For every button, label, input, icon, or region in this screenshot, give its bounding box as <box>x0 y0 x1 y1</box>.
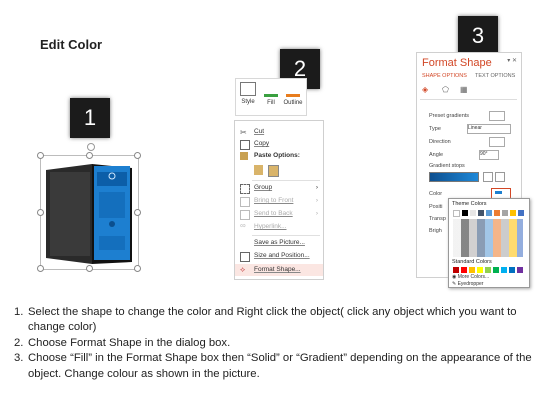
swatch[interactable] <box>486 210 492 216</box>
standard-color-row[interactable] <box>453 267 525 273</box>
swatch[interactable] <box>502 210 508 216</box>
shape-ribbon: Style Fill Outline <box>235 78 307 116</box>
swatch[interactable] <box>494 210 500 216</box>
paste-icon <box>240 152 248 160</box>
preset-gradients-label: Preset gradients <box>429 113 470 119</box>
swatch[interactable] <box>518 210 524 216</box>
copy-icon <box>240 140 250 150</box>
submenu-arrow-icon: › <box>315 197 318 204</box>
swatch[interactable] <box>478 210 484 216</box>
menu-item-copy[interactable]: Copy <box>235 138 323 150</box>
swatch[interactable] <box>493 267 499 273</box>
theme-colors-label: Theme Colors <box>452 201 487 207</box>
theme-color-shades[interactable] <box>453 219 523 257</box>
swatch[interactable] <box>477 267 483 273</box>
scissors-icon: ✂ <box>240 128 247 137</box>
eyedropper-item[interactable]: ✎ Eyedropper <box>452 281 483 287</box>
remove-stop-icon[interactable] <box>495 172 505 182</box>
fill-button[interactable]: Fill <box>261 82 281 106</box>
brightness-label: Brigh <box>429 228 442 234</box>
instruction-step: 2. Choose Format Shape in the dialog box… <box>14 336 231 349</box>
menu-item-send-to-back[interactable]: Send to Back › <box>235 208 323 220</box>
paste-option-icon[interactable] <box>254 165 263 175</box>
pane-close-icon[interactable]: ▾ ✕ <box>507 57 517 64</box>
gradient-stops-bar[interactable] <box>429 172 479 182</box>
menu-item-format-shape[interactable]: ⟡ Format Shape... <box>235 264 323 276</box>
color-wheel-icon: ◉ <box>452 274 457 280</box>
color-label: Color <box>429 191 443 197</box>
preset-gradients-dropdown[interactable] <box>489 111 505 121</box>
size-icon <box>240 252 250 262</box>
swatch[interactable] <box>510 210 516 216</box>
style-button[interactable]: Style <box>238 82 258 105</box>
fill-line-icon[interactable]: ◈ <box>422 85 428 94</box>
slide-title: Edit Color <box>40 37 103 52</box>
outline-pen-icon <box>286 82 300 97</box>
gradient-stops-label: Gradient stops <box>429 163 465 169</box>
swatch[interactable] <box>485 267 491 273</box>
tab-shape-options[interactable]: SHAPE OPTIONS <box>422 73 467 79</box>
menu-item-paste-options[interactable]: Paste Options: <box>235 150 323 162</box>
eyedropper-icon: ✎ <box>452 281 457 287</box>
style-icon <box>240 82 256 96</box>
menu-item-save-as-picture[interactable]: Save as Picture... <box>235 237 323 249</box>
menu-item-size-and-position[interactable]: Size and Position... <box>235 250 323 262</box>
type-label: Type <box>429 126 441 132</box>
send-back-icon <box>240 210 250 220</box>
menu-item-bring-to-front[interactable]: Bring to Front › <box>235 195 323 207</box>
paste-picture-icon[interactable] <box>268 165 279 177</box>
theme-color-row[interactable] <box>453 210 526 217</box>
swatch[interactable] <box>453 210 460 217</box>
menu-item-group[interactable]: Group › <box>235 182 323 194</box>
swatch[interactable] <box>470 210 476 216</box>
direction-label: Direction <box>429 139 451 145</box>
hyperlink-icon: ∞ <box>240 221 246 230</box>
outline-button[interactable]: Outline <box>283 82 303 106</box>
angle-input[interactable]: 90° <box>479 150 499 160</box>
submenu-arrow-icon: › <box>315 184 318 191</box>
direction-dropdown[interactable] <box>489 137 505 147</box>
instruction-step: 3. Choose “Fill” in the Format Shape box… <box>14 352 532 380</box>
more-colors-item[interactable]: ◉ More Colors... <box>452 274 489 280</box>
pane-title: Format Shape <box>422 57 492 69</box>
instruction-list: 1. Select the shape to change the color … <box>14 305 544 382</box>
tab-text-options[interactable]: TEXT OPTIONS <box>475 73 515 79</box>
context-menu: ✂ Cut Copy Paste Options: Group › Bring … <box>234 120 324 280</box>
angle-label: Angle <box>429 152 444 158</box>
swatch[interactable] <box>509 267 515 273</box>
menu-item-cut[interactable]: ✂ Cut <box>235 126 323 138</box>
format-shape-icon: ⟡ <box>240 265 246 274</box>
step-badge-1: 1 <box>70 98 110 138</box>
add-stop-icon[interactable] <box>483 172 493 182</box>
instruction-step: 1. Select the shape to change the color … <box>14 306 517 334</box>
swatch[interactable] <box>501 267 507 273</box>
fill-bucket-icon <box>264 82 278 97</box>
swatch[interactable] <box>462 210 468 216</box>
group-icon <box>240 184 250 194</box>
submenu-arrow-icon: › <box>315 210 318 217</box>
swatch[interactable] <box>461 267 467 273</box>
computer-tower-icon[interactable] <box>44 160 136 266</box>
swatch[interactable] <box>469 267 475 273</box>
effects-icon[interactable]: ⬠ <box>442 85 449 94</box>
swatch[interactable] <box>453 267 459 273</box>
size-properties-icon[interactable]: ▦ <box>460 85 468 94</box>
rotate-handle[interactable] <box>87 143 95 151</box>
bring-front-icon <box>240 197 250 207</box>
type-dropdown[interactable]: Linear <box>467 124 511 134</box>
transparency-label: Transp <box>429 216 446 222</box>
standard-colors-label: Standard Colors <box>452 259 492 265</box>
position-label: Positi <box>429 204 443 210</box>
step-badge-3: 3 <box>458 16 498 56</box>
menu-item-hyperlink[interactable]: ∞ Hyperlink... <box>235 221 323 233</box>
color-palette: Theme Colors Standard Colors ◉ More Colo… <box>448 198 530 288</box>
swatch[interactable] <box>517 267 523 273</box>
